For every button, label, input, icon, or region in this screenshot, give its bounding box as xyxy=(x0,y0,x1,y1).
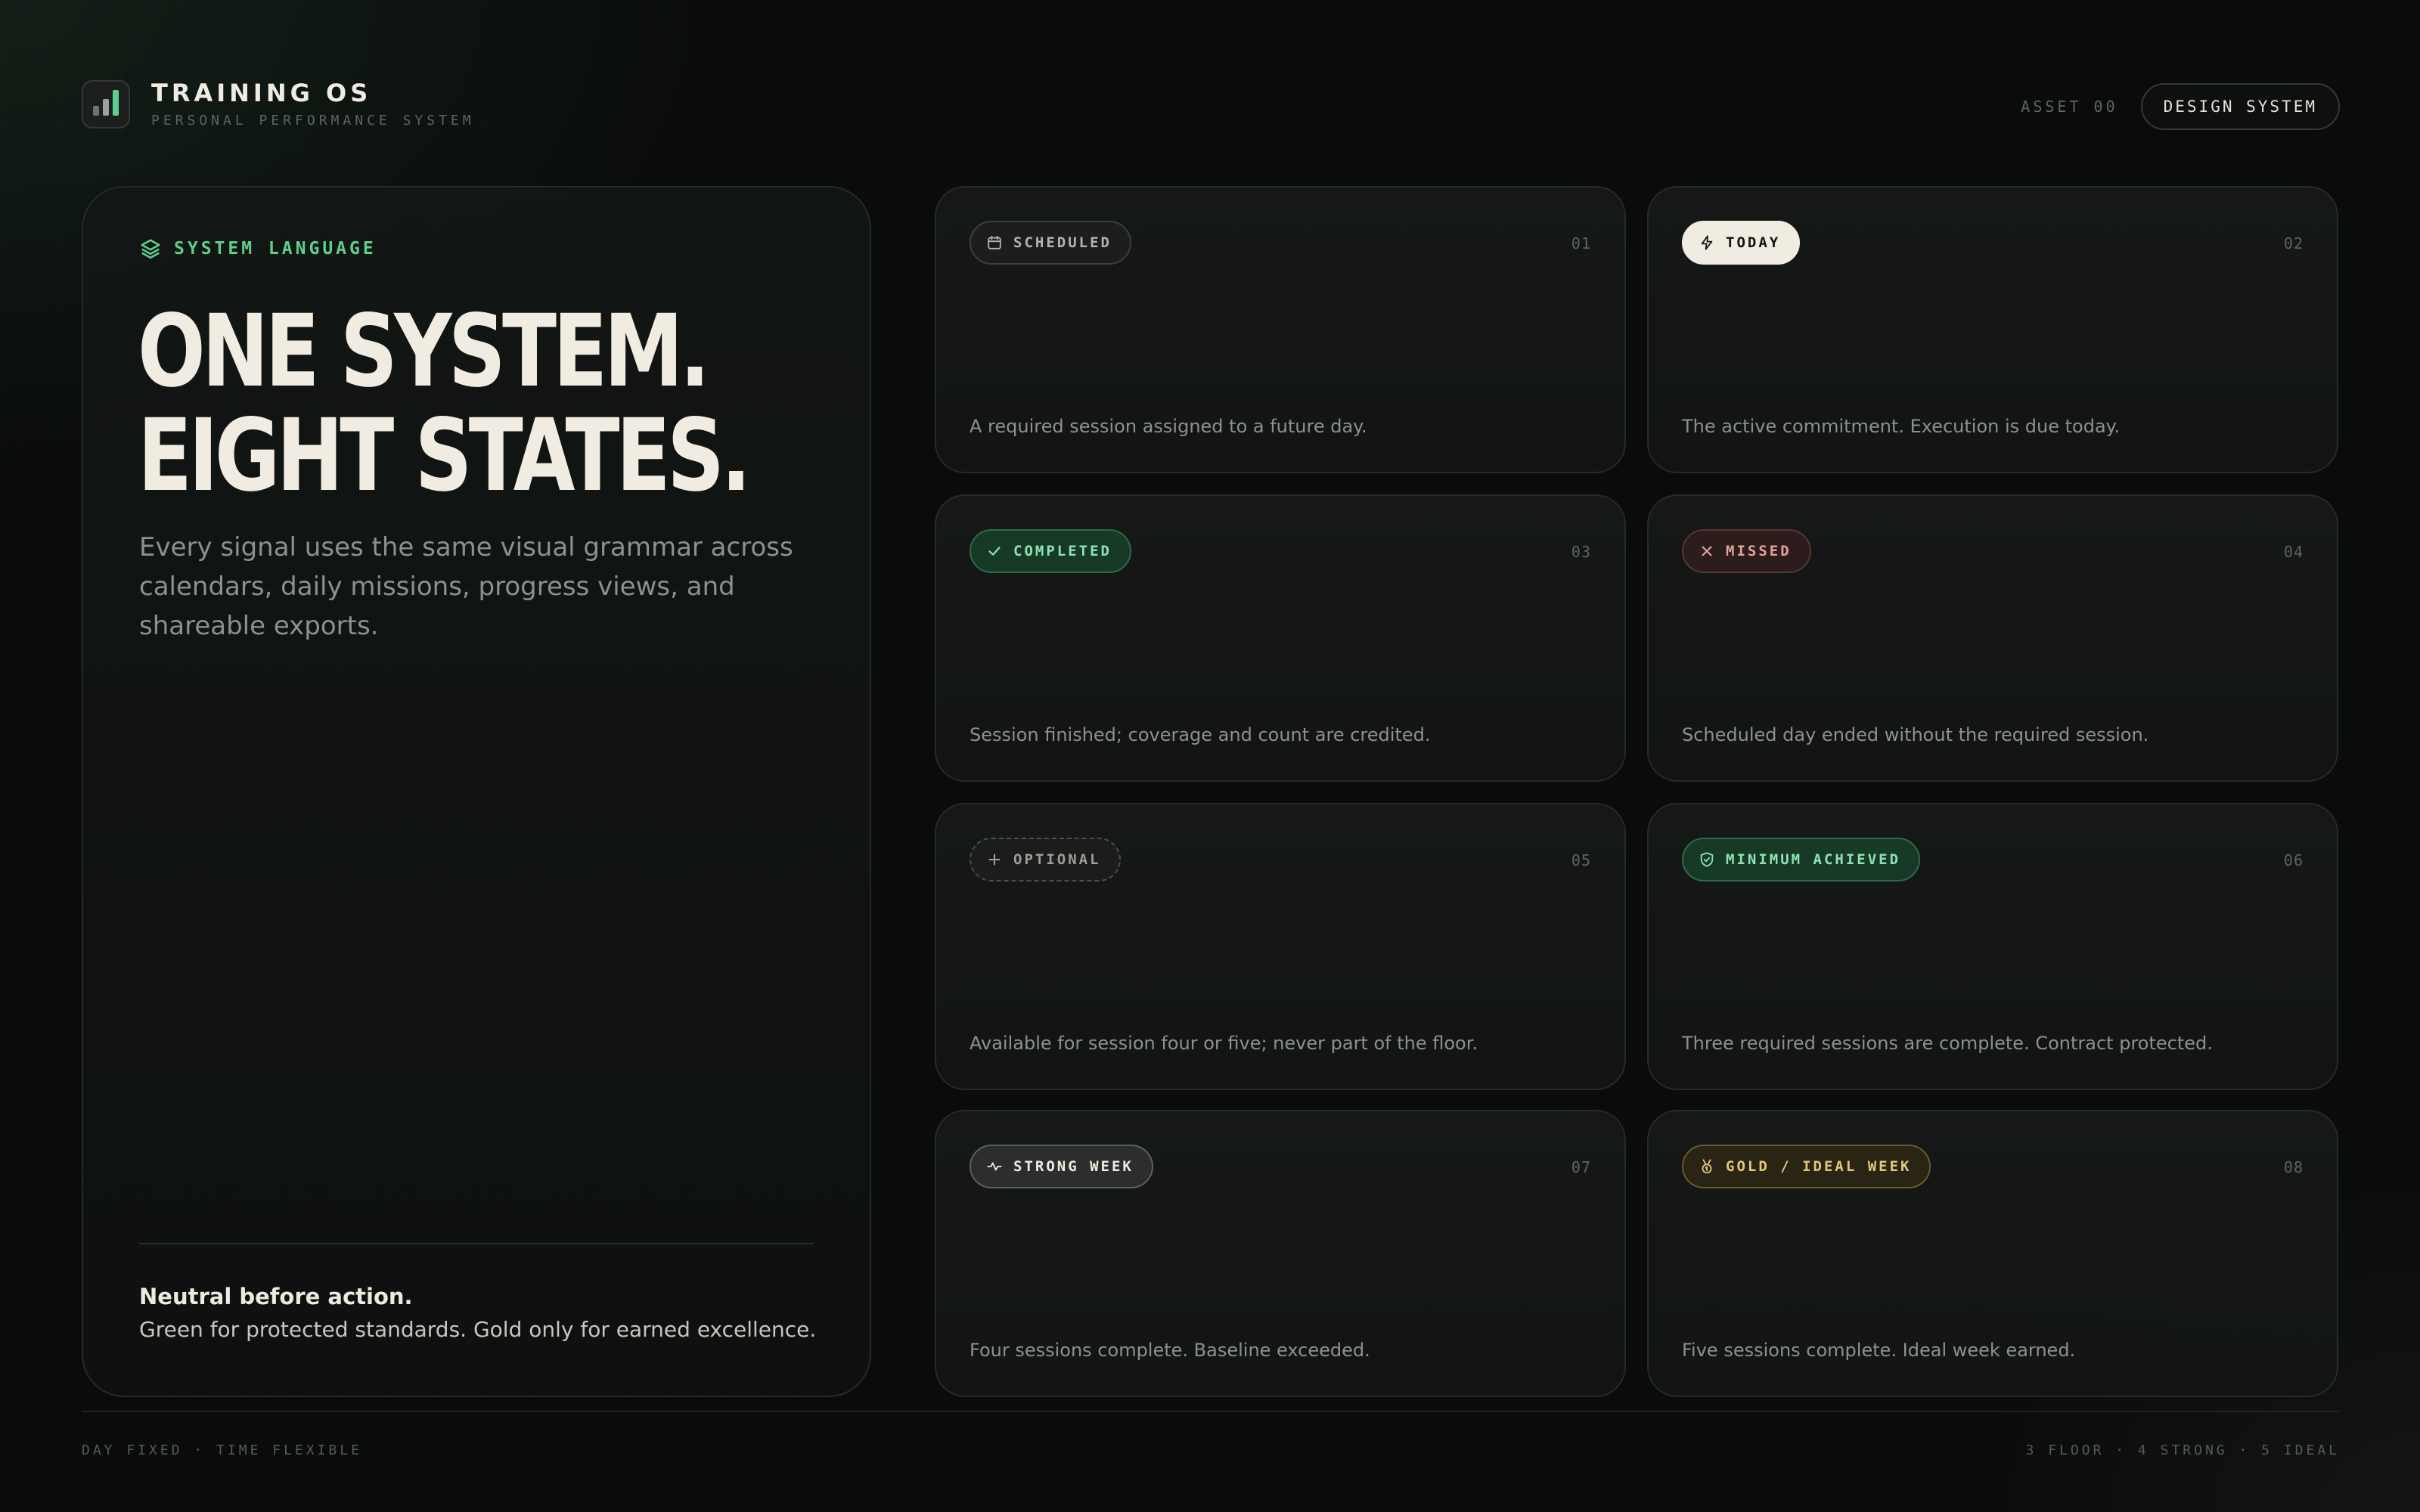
status-pill-minimum-achieved: MINIMUM ACHIEVED xyxy=(1682,838,1921,881)
state-description: Available for session four or five; neve… xyxy=(970,1033,1478,1054)
x-icon xyxy=(1702,546,1712,556)
status-pill-optional: OPTIONAL xyxy=(970,838,1121,881)
status-pill-scheduled: SCHEDULED xyxy=(970,221,1131,265)
state-number: 08 xyxy=(2283,1158,2304,1176)
calendar-icon xyxy=(988,235,1001,249)
header-meta: ASSET 00 DESIGN SYSTEM xyxy=(2021,83,2340,130)
check-icon xyxy=(988,547,1001,556)
footer-left-caption: DAY FIXED · TIME FLEXIBLE xyxy=(82,1442,362,1458)
status-pill-gold-ideal-week: GOLD / IDEAL WEEK xyxy=(1682,1145,1931,1188)
state-card-completed: COMPLETED 03 Session finished; coverage … xyxy=(935,494,1626,782)
state-description: A required session assigned to a future … xyxy=(970,416,1367,437)
state-description: Four sessions complete. Baseline exceede… xyxy=(970,1340,1370,1361)
hero-kicker-label: SYSTEM LANGUAGE xyxy=(174,239,377,259)
state-number: 06 xyxy=(2283,851,2304,869)
hero-kicker: SYSTEM LANGUAGE xyxy=(139,237,377,260)
state-number: 05 xyxy=(1571,851,1591,869)
status-pill-label: MISSED xyxy=(1726,543,1792,559)
state-number: 04 xyxy=(2283,543,2304,561)
state-description: Scheduled day ended without the required… xyxy=(1682,724,2149,745)
hero-note-body: Green for protected standards. Gold only… xyxy=(139,1317,817,1342)
status-pill-strong-week: STRONG WEEK xyxy=(970,1145,1153,1188)
status-pill-today: TODAY xyxy=(1682,221,1801,265)
state-card-optional: OPTIONAL 05 Available for session four o… xyxy=(935,803,1626,1090)
status-pill-label: STRONG WEEK xyxy=(1013,1158,1134,1175)
status-pill-label: SCHEDULED xyxy=(1013,234,1112,251)
status-pill-completed: COMPLETED xyxy=(970,529,1131,573)
state-card-today: TODAY 02 The active commitment. Executio… xyxy=(1647,186,2338,473)
hero-title-line-1: ONE SYSTEM. xyxy=(138,293,710,410)
activity-icon xyxy=(987,1162,1002,1171)
layers-icon xyxy=(141,239,160,259)
state-description: The active commitment. Execution is due … xyxy=(1682,416,2121,437)
status-pill-label: OPTIONAL xyxy=(1013,851,1101,868)
state-description: Three required sessions are complete. Co… xyxy=(1682,1033,2213,1054)
design-system-badge[interactable]: DESIGN SYSTEM xyxy=(2140,83,2340,130)
hero-title-line-2: EIGHT STATES. xyxy=(138,398,751,514)
footer-right-caption: 3 FLOOR · 4 STRONG · 5 IDEAL xyxy=(2025,1442,2340,1458)
status-pill-label: TODAY xyxy=(1726,234,1781,251)
hero-panel: SYSTEM LANGUAGE ONE SYSTEM. EIGHT STATES… xyxy=(82,186,871,1397)
state-card-scheduled: SCHEDULED 01 A required session assigned… xyxy=(935,186,1626,473)
bar-chart-icon xyxy=(82,80,130,129)
state-card-strong-week: STRONG WEEK 07 Four sessions complete. B… xyxy=(935,1110,1626,1397)
status-pill-label: GOLD / IDEAL WEEK xyxy=(1726,1158,1912,1175)
plus-icon xyxy=(988,854,1001,866)
brand-title: TRAINING OS xyxy=(151,79,372,107)
state-number: 07 xyxy=(1571,1158,1591,1176)
asset-label: ASSET 00 xyxy=(2021,98,2118,116)
status-pill-label: MINIMUM ACHIEVED xyxy=(1726,851,1901,868)
state-description: Five sessions complete. Ideal week earne… xyxy=(1682,1340,2076,1361)
state-card-missed: MISSED 04 Scheduled day ended without th… xyxy=(1647,494,2338,782)
brand-subtitle: PERSONAL PERFORMANCE SYSTEM xyxy=(151,113,475,129)
bolt-icon xyxy=(1701,235,1713,250)
hero-divider xyxy=(139,1243,814,1244)
hero-title: ONE SYSTEM. EIGHT STATES. xyxy=(138,299,751,508)
shield-check-icon xyxy=(1700,852,1714,867)
state-number: 01 xyxy=(1571,234,1591,253)
medal-icon xyxy=(1702,1159,1712,1174)
state-card-gold-ideal-week: GOLD / IDEAL WEEK 08 Five sessions compl… xyxy=(1647,1110,2338,1397)
state-number: 02 xyxy=(2283,234,2304,253)
brand: TRAINING OS PERSONAL PERFORMANCE SYSTEM xyxy=(82,80,475,129)
state-card-minimum-achieved: MINIMUM ACHIEVED 06 Three required sessi… xyxy=(1647,803,2338,1090)
state-number: 03 xyxy=(1571,543,1591,561)
status-pill-label: COMPLETED xyxy=(1013,543,1112,559)
hero-note-title: Neutral before action. xyxy=(139,1284,413,1309)
status-pill-missed: MISSED xyxy=(1682,529,1811,573)
state-description: Session finished; coverage and count are… xyxy=(970,724,1431,745)
hero-description: Every signal uses the same visual gramma… xyxy=(139,532,793,641)
footer-divider xyxy=(82,1411,2340,1412)
